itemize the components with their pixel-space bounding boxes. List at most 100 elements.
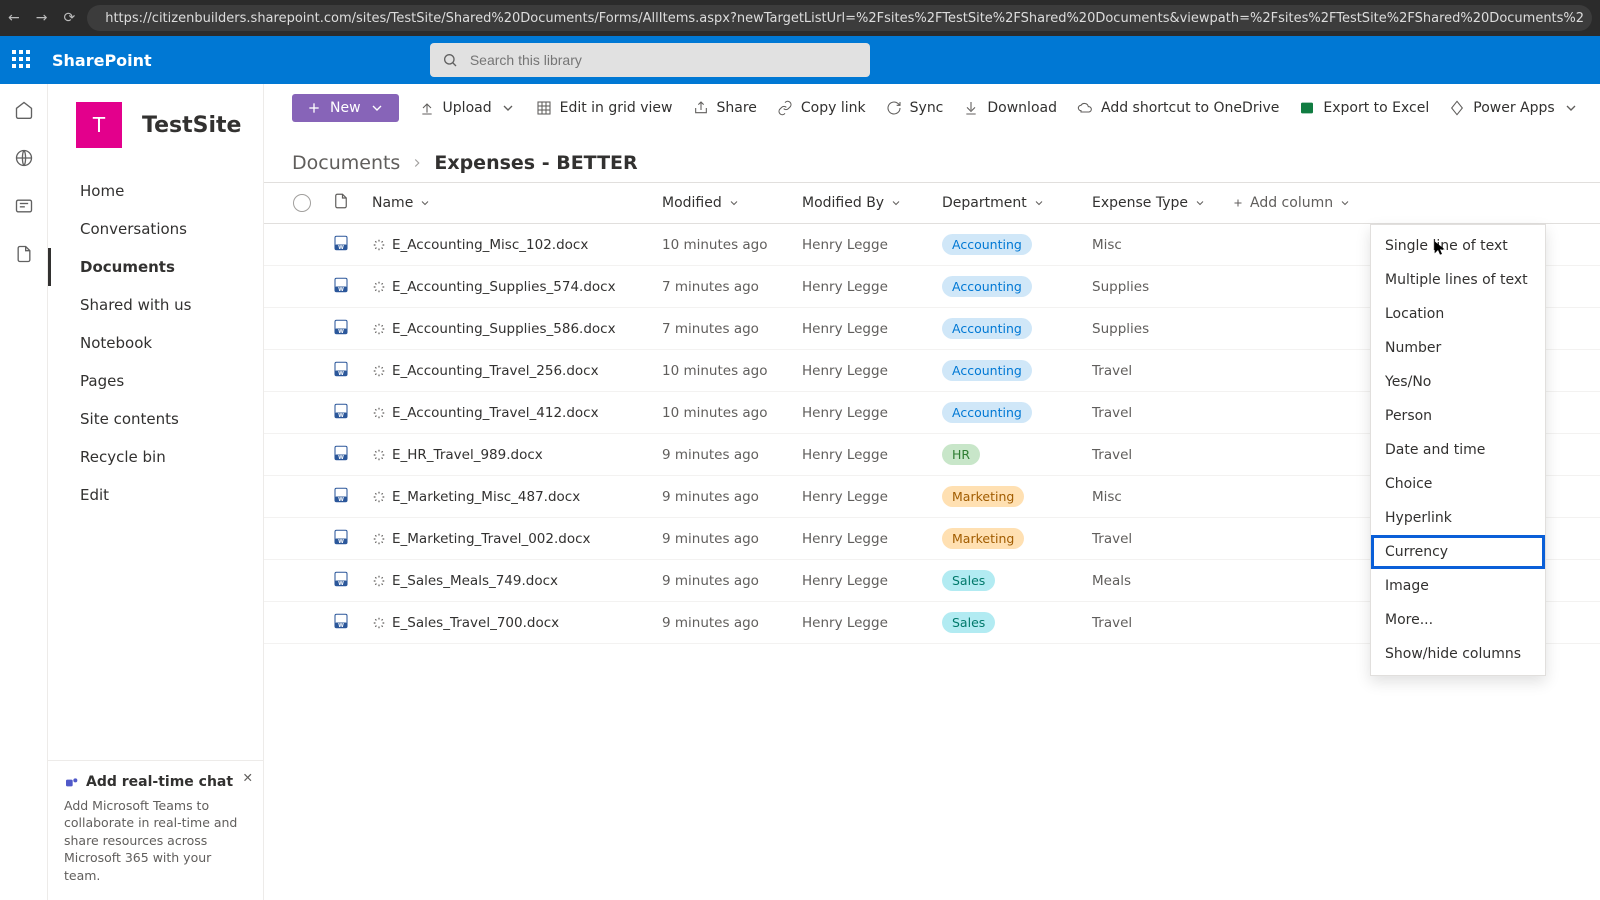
sync-button[interactable]: Sync [886,100,944,116]
cell-modified: 9 minutes ago [662,615,802,631]
nav-item-pages[interactable]: Pages [48,362,263,400]
left-nav: T TestSite HomeConversationsDocumentsSha… [48,84,264,900]
cell-modified: 10 minutes ago [662,363,802,379]
add-column-button[interactable]: Add column [1232,195,1392,211]
chevron-down-icon [369,100,385,116]
column-type-show-hide-columns[interactable]: Show/hide columns [1371,637,1545,671]
svg-text:W: W [338,413,344,419]
waffle-icon[interactable] [12,50,32,70]
search-icon [442,52,458,68]
powerapps-button[interactable]: Power Apps [1449,100,1578,116]
column-type-location[interactable]: Location [1371,297,1545,331]
department-pill: Sales [942,570,995,591]
column-type-single-line-of-text[interactable]: Single line of text [1371,229,1545,263]
column-type-number[interactable]: Number [1371,331,1545,365]
column-type-image[interactable]: Image [1371,569,1545,603]
shortcut-button[interactable]: Add shortcut to OneDrive [1077,100,1279,116]
reload-icon[interactable]: ⟳ [63,10,75,26]
url-bar[interactable]: https://citizenbuilders.sharepoint.com/s… [87,5,1592,31]
upload-label: Upload [443,100,492,116]
chevron-down-icon [1339,197,1351,209]
new-button[interactable]: New [292,94,399,122]
col-expense-type[interactable]: Expense Type [1092,195,1232,211]
nav-item-recycle-bin[interactable]: Recycle bin [48,438,263,476]
cell-modified: 9 minutes ago [662,489,802,505]
onedrive-icon [1077,100,1093,116]
export-excel-button[interactable]: Export to Excel [1299,100,1429,116]
file-icon[interactable] [14,244,34,264]
breadcrumb-current: Expenses - BETTER [434,152,637,174]
nav-item-documents[interactable]: Documents [48,248,263,286]
col-name[interactable]: Name [372,195,662,211]
forward-icon[interactable]: → [36,10,48,26]
app-bar [0,84,48,900]
loading-icon [372,574,386,588]
column-type-multiple-lines-of-text[interactable]: Multiple lines of text [1371,263,1545,297]
column-type-date-and-time[interactable]: Date and time [1371,433,1545,467]
cell-modified-by: Henry Legge [802,405,942,421]
news-icon[interactable] [14,196,34,216]
col-modified-by[interactable]: Modified By [802,195,942,211]
search-box[interactable] [430,43,870,77]
cell-expense-type: Travel [1092,363,1232,379]
department-pill: Accounting [942,234,1032,255]
cell-modified-by: Henry Legge [802,447,942,463]
loading-icon [372,490,386,504]
col-modified[interactable]: Modified [662,195,802,211]
svg-text:W: W [338,287,344,293]
share-button[interactable]: Share [693,100,757,116]
cell-modified: 7 minutes ago [662,279,802,295]
upload-button[interactable]: Upload [419,100,516,116]
department-pill: Accounting [942,402,1032,423]
browser-chrome: ← → ⟳ https://citizenbuilders.sharepoint… [0,0,1600,36]
close-icon[interactable]: ✕ [243,769,253,787]
column-type-currency[interactable]: Currency [1371,535,1545,569]
back-icon[interactable]: ← [8,10,20,26]
link-icon [777,100,793,116]
cell-expense-type: Travel [1092,615,1232,631]
file-name: E_Sales_Meals_749.docx [392,573,558,589]
share-label: Share [717,100,757,116]
site-logo[interactable]: T [76,102,122,148]
cell-modified-by: Henry Legge [802,573,942,589]
col-department[interactable]: Department [942,195,1092,211]
nav-item-home[interactable]: Home [48,172,263,210]
copy-link-button[interactable]: Copy link [777,100,866,116]
nav-item-site-contents[interactable]: Site contents [48,400,263,438]
loading-icon [372,532,386,546]
select-all[interactable] [293,194,311,212]
nav-item-conversations[interactable]: Conversations [48,210,263,248]
cell-modified-by: Henry Legge [802,489,942,505]
edit-grid-button[interactable]: Edit in grid view [536,100,673,116]
plus-icon [1232,197,1244,209]
main: New Upload Edit in grid view Share Copy … [264,84,1600,900]
cell-modified: 7 minutes ago [662,321,802,337]
app-name[interactable]: SharePoint [52,51,152,70]
nav-item-shared-with-us[interactable]: Shared with us [48,286,263,324]
cell-expense-type: Travel [1092,405,1232,421]
nav-item-notebook[interactable]: Notebook [48,324,263,362]
teams-callout-body: Add Microsoft Teams to collaborate in re… [64,797,247,885]
site-title: TestSite [142,113,241,138]
chevron-down-icon [500,100,516,116]
breadcrumb-root[interactable]: Documents [292,152,400,174]
column-type-person[interactable]: Person [1371,399,1545,433]
download-button[interactable]: Download [963,100,1057,116]
cell-modified: 9 minutes ago [662,573,802,589]
share-icon [693,100,709,116]
cursor-icon [1432,240,1448,256]
globe-icon[interactable] [14,148,34,168]
column-type-hyperlink[interactable]: Hyperlink [1371,501,1545,535]
file-name: E_Accounting_Travel_256.docx [392,363,599,379]
column-type-choice[interactable]: Choice [1371,467,1545,501]
cell-modified: 10 minutes ago [662,237,802,253]
column-type-yes-no[interactable]: Yes/No [1371,365,1545,399]
column-type-more-[interactable]: More... [1371,603,1545,637]
search-input[interactable] [468,51,858,69]
word-doc-icon: W [332,318,350,336]
teams-icon [64,775,80,791]
home-icon[interactable] [14,100,34,120]
nav-item-edit[interactable]: Edit [48,476,263,514]
add-column-menu: Single line of textMultiple lines of tex… [1370,224,1546,676]
breadcrumb: Documents Expenses - BETTER [264,132,1600,182]
